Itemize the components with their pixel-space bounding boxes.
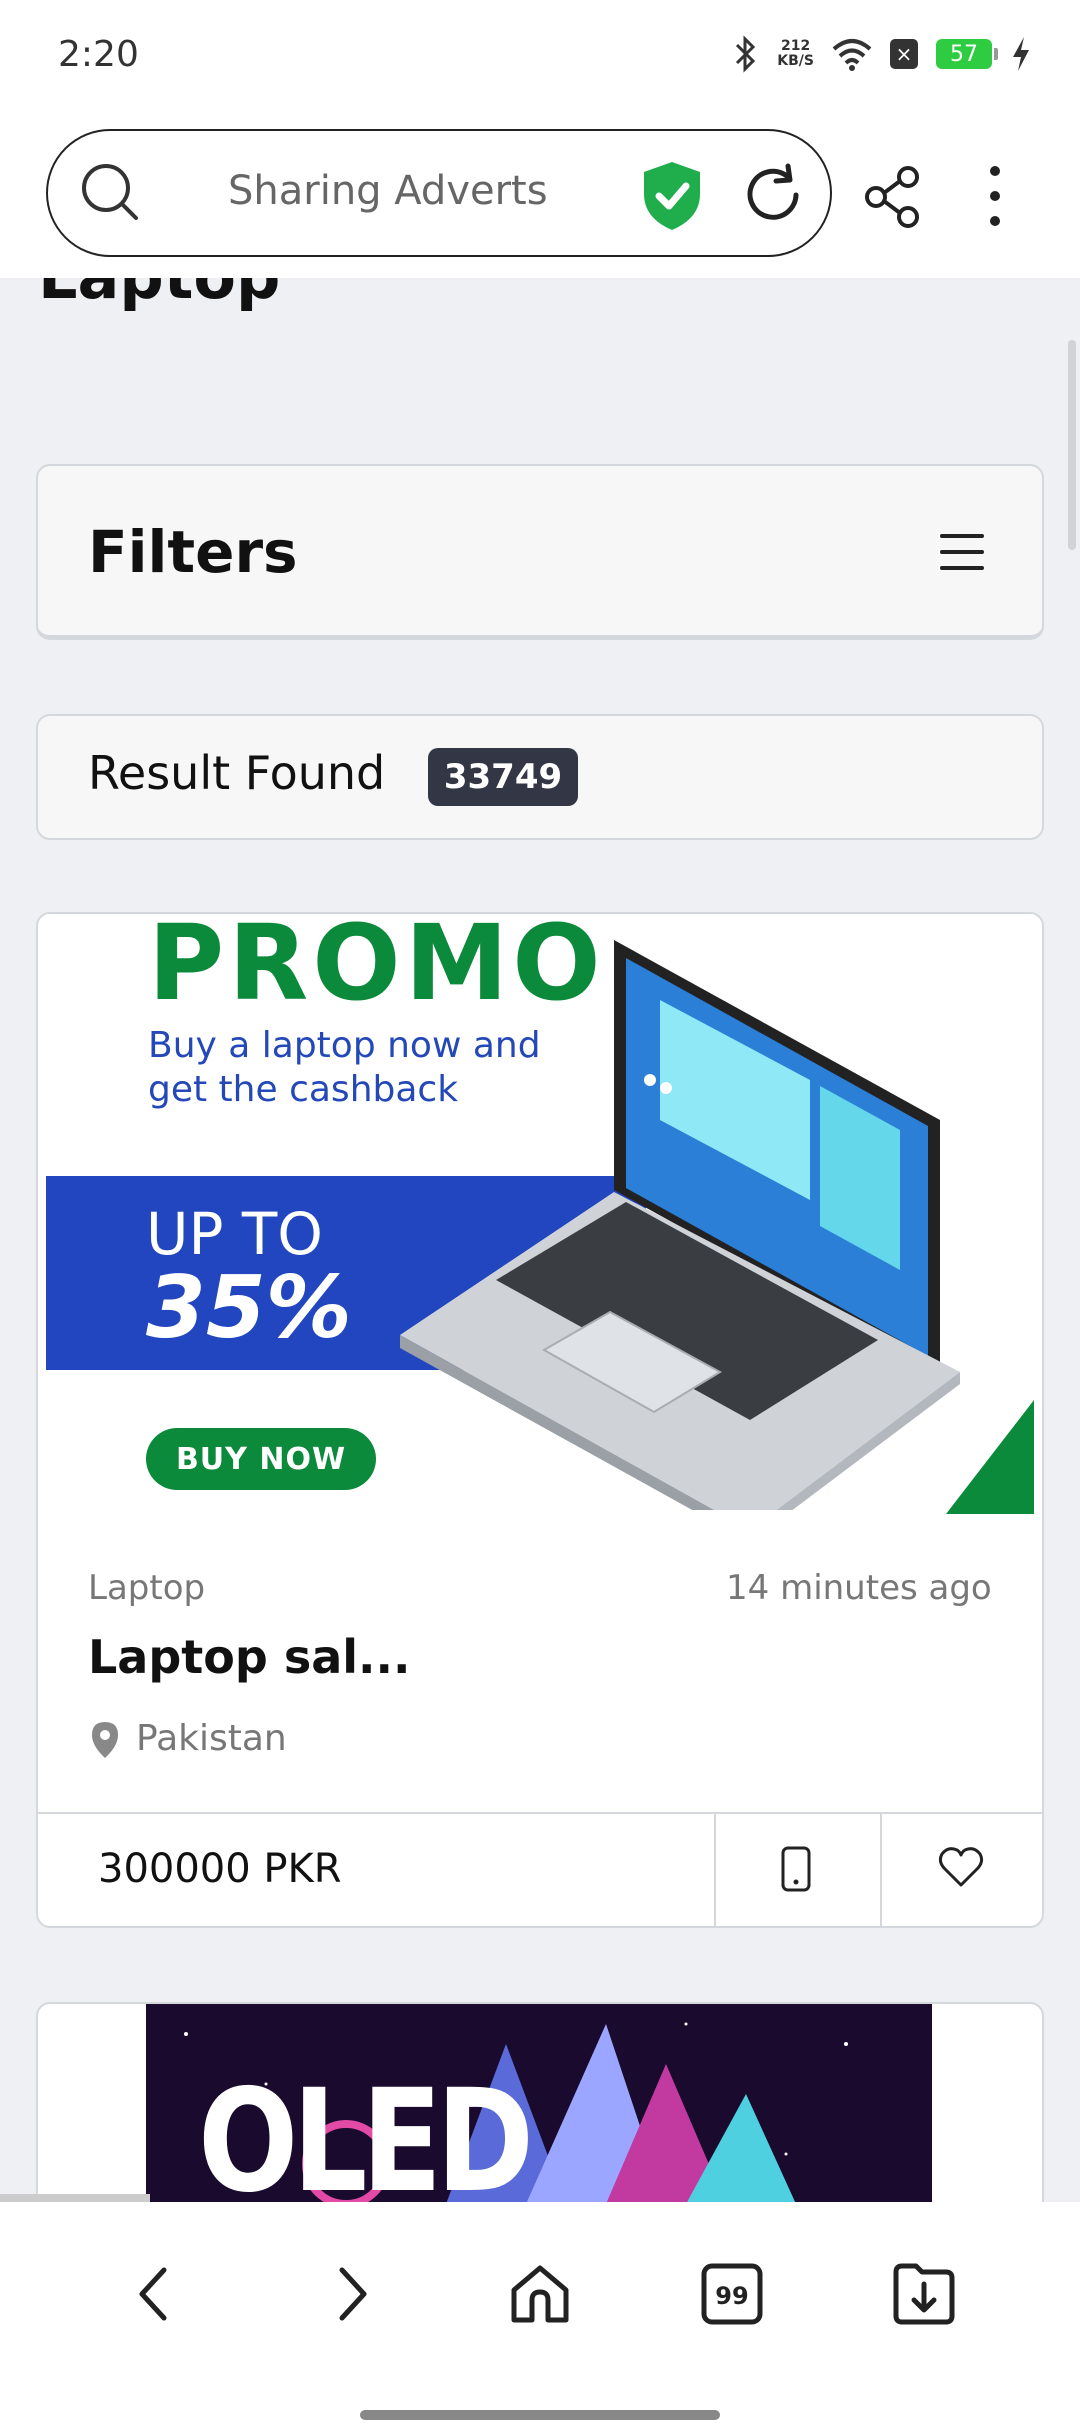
heart-icon[interactable] [938,1846,984,1888]
listing-time-ago: 14 minutes ago [726,1568,992,1608]
forward-icon[interactable] [318,2262,382,2326]
more-menu-icon[interactable] [980,166,1010,226]
wifi-icon [832,39,872,71]
listing-location: Pakistan [136,1718,287,1759]
search-icon[interactable] [80,162,140,222]
promo-buy-now: BUY NOW [146,1428,376,1490]
divider [714,1814,716,1926]
divider [880,1814,882,1926]
net-speed: 212 KB/S [777,38,814,69]
reload-icon[interactable] [740,162,806,228]
result-label: Result Found [88,746,386,800]
status-icons: 212 KB/S × 57 [733,34,1032,74]
url-text[interactable]: Sharing Adverts [228,168,548,214]
tabs-icon[interactable]: 99 [700,2262,764,2326]
notification-x-icon: × [890,39,918,69]
battery-icon: 57 [936,39,998,69]
back-icon[interactable] [124,2262,188,2326]
listing-price: 300000 PKR [98,1846,342,1892]
filters-title: Filters [88,518,298,586]
phone-icon[interactable] [780,1846,812,1892]
charging-icon [1013,37,1029,71]
scrollbar[interactable] [1068,340,1076,550]
listing-title[interactable]: Laptop sal... [88,1630,410,1684]
shield-check-icon[interactable] [640,160,704,232]
promo-percent: 35% [146,1258,352,1358]
home-icon[interactable] [508,2262,572,2326]
listing-category: Laptop [88,1568,206,1608]
share-icon[interactable] [864,166,920,228]
promo-subtitle: Buy a laptop now and get the cashback [148,1025,541,1110]
listing-image-text: OLED [198,2058,534,2224]
promo-corner [946,1400,1034,1514]
status-time: 2:20 [58,34,139,75]
gesture-bar[interactable] [360,2410,720,2420]
nav-edge [0,2194,150,2202]
svg-text:99: 99 [715,2282,748,2310]
menu-icon[interactable] [940,534,984,570]
result-count-badge: 33749 [428,748,578,806]
downloads-icon[interactable] [892,2262,956,2326]
location-pin-icon [92,1722,118,1758]
bluetooth-icon [736,35,756,73]
promo-title: PROMO [148,902,605,1024]
